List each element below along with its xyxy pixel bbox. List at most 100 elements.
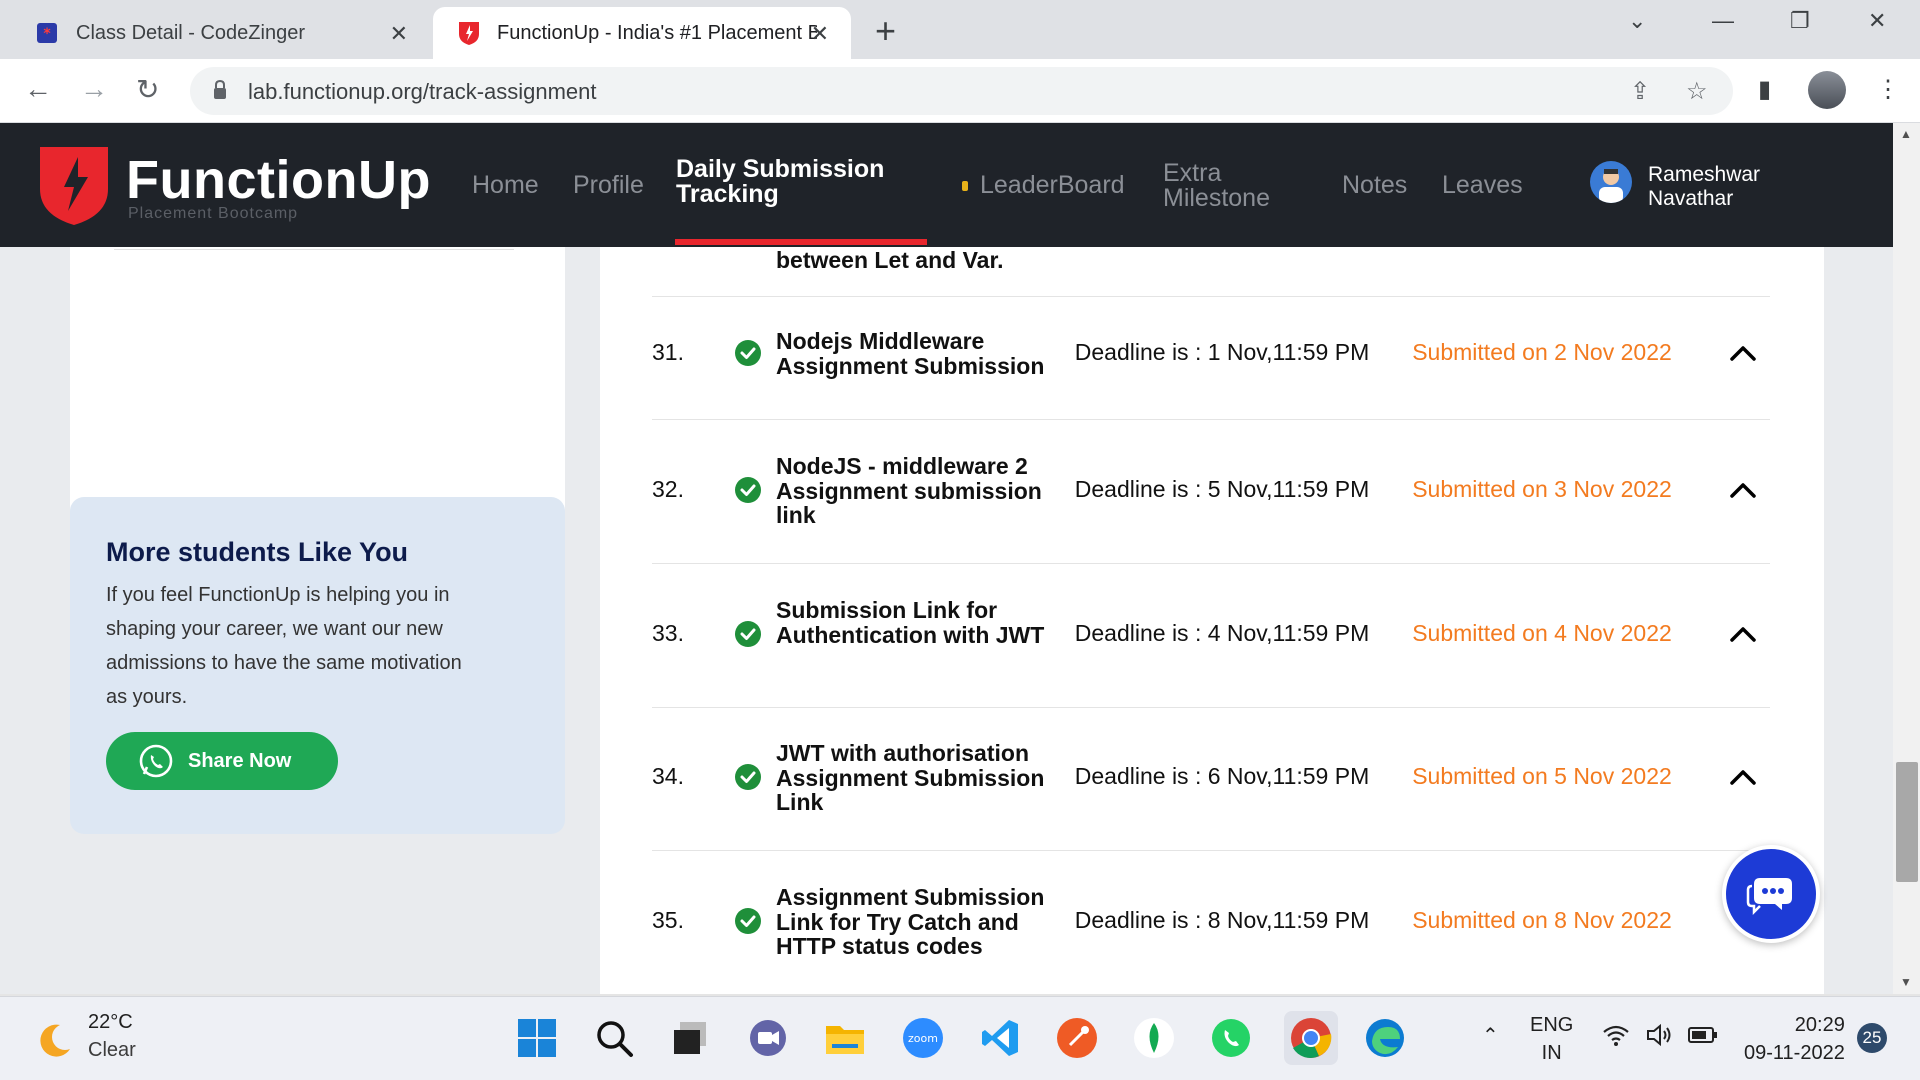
file-explorer-icon[interactable] [822, 1015, 868, 1061]
bookmark-star-icon[interactable]: ☆ [1686, 77, 1708, 106]
user-name[interactable]: Rameshwar Navathar [1648, 163, 1760, 211]
minimize-icon[interactable]: — [1712, 8, 1734, 34]
moon-weather-icon[interactable] [34, 1019, 76, 1061]
scrollbar-thumb[interactable] [1896, 762, 1918, 882]
close-tab-icon[interactable]: ✕ [390, 21, 408, 47]
input-language-indicator[interactable]: ENG IN [1530, 1011, 1573, 1067]
assignment-deadline: Deadline is : 6 Nov,11:59 PM [1074, 763, 1370, 789]
assignment-number: 34. [652, 763, 684, 789]
leaderboard-dot-icon [962, 181, 968, 191]
assignment-row[interactable]: 35. Assignment Submission Link for Try C… [652, 851, 1770, 994]
windows-taskbar: 22°C Clear zoom ⌃ ENG IN 20:29 09-11-202… [0, 996, 1920, 1080]
chat-support-button[interactable] [1722, 845, 1820, 943]
close-window-icon[interactable]: ✕ [1868, 8, 1886, 34]
assignment-title: Assignment Submission Link for Try Catch… [776, 884, 1045, 959]
battery-icon[interactable] [1688, 1025, 1718, 1051]
restore-icon[interactable]: ❐ [1790, 8, 1810, 34]
share-icon[interactable]: ⇪ [1630, 77, 1650, 106]
assignment-row[interactable]: 33. Submission Link for Authentication w… [652, 564, 1770, 708]
share-now-button[interactable]: Share Now [106, 732, 338, 790]
assignment-number: 31. [652, 339, 684, 365]
chevron-up-icon[interactable] [1728, 624, 1758, 644]
forward-arrow-icon[interactable]: → [80, 73, 108, 105]
zoom-icon[interactable]: zoom [900, 1015, 946, 1061]
weather-temperature[interactable]: 22°C [88, 1011, 133, 1034]
promo-title: More students Like You [106, 537, 409, 567]
scroll-down-arrow-icon[interactable]: ▼ [1900, 975, 1912, 989]
address-bar[interactable]: lab.functionup.org/track-assignment ⇪ ☆ [190, 67, 1733, 115]
assignment-row[interactable]: 31. Nodejs Middleware Assignment Submiss… [652, 297, 1770, 420]
page-content: More students Like You If you feel Funct… [0, 247, 1920, 994]
functionup-favicon-icon [455, 19, 483, 47]
chevron-up-icon[interactable] [1728, 480, 1758, 500]
assignment-deadline: Deadline is : 8 Nov,11:59 PM [1074, 907, 1370, 933]
assignment-number: 35. [652, 907, 684, 933]
more-menu-icon[interactable]: ⋮ [1876, 75, 1900, 104]
weather-description[interactable]: Clear [88, 1039, 136, 1062]
notification-count-badge[interactable]: 25 [1857, 1023, 1887, 1053]
user-first-name: Rameshwar [1648, 163, 1761, 186]
postman-icon[interactable] [1054, 1015, 1100, 1061]
volume-icon[interactable] [1646, 1023, 1674, 1053]
share-promo-card: More students Like You If you feel Funct… [70, 497, 565, 834]
clock-date: 09-11-2022 [1744, 1042, 1845, 1064]
nav-leaderboard[interactable]: LeaderBoard [980, 173, 1125, 198]
check-circle-icon [735, 340, 761, 366]
nav-notes[interactable]: Notes [1342, 173, 1407, 198]
codezinger-favicon-icon: * [34, 19, 62, 47]
assignment-submitted-date: Submitted on 2 Nov 2022 [1412, 339, 1672, 365]
new-tab-icon[interactable]: + [875, 10, 896, 52]
scroll-up-arrow-icon[interactable]: ▲ [1900, 127, 1912, 141]
tab-title: FunctionUp - India's #1 Placement Bootca… [497, 21, 817, 44]
tab-class-detail[interactable]: * Class Detail - CodeZinger ✕ [0, 7, 430, 59]
show-hidden-icons-chevron-icon[interactable]: ⌃ [1482, 1023, 1499, 1048]
tab-functionup[interactable]: FunctionUp - India's #1 Placement Bootca… [433, 7, 851, 59]
lock-icon[interactable] [212, 79, 228, 106]
chevron-up-icon[interactable] [1728, 767, 1758, 787]
assignment-number: 33. [652, 620, 684, 646]
tab-search-chevron-icon[interactable]: ⌄ [1628, 8, 1646, 34]
language-code: ENG [1530, 1014, 1574, 1036]
assignment-title: JWT with authorisation Assignment Submis… [776, 740, 1045, 815]
assignment-row[interactable]: 32. NodeJS - middleware 2 Assignment sub… [652, 420, 1770, 564]
close-tab-icon[interactable]: ✕ [811, 21, 829, 47]
taskbar-clock[interactable]: 20:29 09-11-2022 [1744, 1011, 1845, 1067]
back-arrow-icon[interactable]: ← [24, 73, 52, 105]
assignment-deadline: Deadline is : 1 Nov,11:59 PM [1074, 339, 1370, 365]
reload-icon[interactable]: ↻ [136, 73, 159, 106]
user-avatar[interactable] [1590, 161, 1632, 203]
chrome-icon[interactable] [1284, 1011, 1338, 1065]
edge-icon[interactable] [1362, 1015, 1408, 1061]
whatsapp-icon [139, 744, 173, 778]
wifi-icon[interactable] [1602, 1023, 1630, 1053]
zoom-label: zoom [908, 1032, 938, 1045]
site-header: FunctionUp Placement Bootcamp Home Profi… [0, 123, 1920, 247]
share-now-label: Share Now [188, 749, 292, 772]
svg-text:*: * [43, 26, 51, 42]
nav-home[interactable]: Home [472, 173, 539, 198]
assignment-tracker-card: between Let and Var. 31. Nodejs Middlewa… [600, 247, 1824, 994]
whatsapp-icon[interactable] [1208, 1015, 1254, 1061]
mongodb-compass-icon[interactable] [1131, 1015, 1177, 1061]
region-code: IN [1541, 1042, 1562, 1064]
browser-profile-avatar[interactable] [1808, 71, 1846, 109]
chat-bubble-icon [1746, 878, 1792, 916]
check-circle-icon [735, 764, 761, 790]
assignment-row[interactable]: 34. JWT with authorisation Assignment Su… [652, 708, 1770, 851]
chevron-up-icon[interactable] [1728, 343, 1758, 363]
nav-extra-milestone[interactable]: Extra Milestone [1163, 161, 1283, 211]
search-icon[interactable] [591, 1015, 637, 1061]
task-view-icon[interactable] [667, 1015, 713, 1061]
windows-start-icon[interactable] [514, 1015, 560, 1061]
logo-text[interactable]: FunctionUp [126, 149, 431, 211]
browser-toolbar: ← → ↻ lab.functionup.org/track-assignmen… [0, 59, 1920, 123]
teams-chat-icon[interactable] [745, 1015, 791, 1061]
nav-daily-submission-tracking[interactable]: Daily Submission Tracking [676, 157, 906, 207]
clock-time: 20:29 [1794, 1014, 1845, 1036]
functionup-logo-icon[interactable] [36, 143, 112, 232]
nav-leaves[interactable]: Leaves [1442, 173, 1523, 198]
vscode-icon[interactable] [977, 1015, 1023, 1061]
nav-profile[interactable]: Profile [573, 173, 644, 198]
assignment-submitted-date: Submitted on 3 Nov 2022 [1412, 476, 1672, 502]
side-panel-icon[interactable]: ▮ [1758, 75, 1771, 104]
